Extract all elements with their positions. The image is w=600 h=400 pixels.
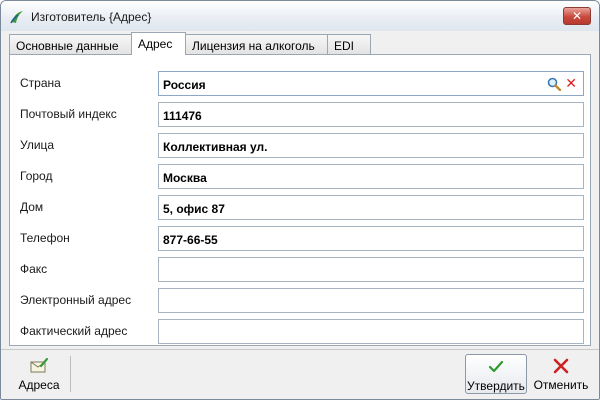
tab-main-data[interactable]: Основные данные [9,34,132,54]
actual-address-field[interactable] [158,319,584,344]
city-label: Город [20,169,53,183]
email-row: Электронный адрес [10,287,592,313]
magnifier-icon[interactable] [547,77,561,91]
cancel-label: Отменить [533,378,589,392]
title-bar[interactable]: Изготовитель {Адрес} ✕ [1,1,599,31]
city-field[interactable]: Москва [158,164,584,189]
tab-label: Лицензия на алкоголь [192,39,315,53]
postal-code-field[interactable]: 111476 [158,102,584,127]
confirm-button[interactable]: Утвердить [465,354,527,394]
house-label: Дом [20,200,44,214]
phone-row: Телефон 877-66-55 [10,225,592,251]
cancel-button[interactable]: Отменить [531,354,591,394]
addresses-button[interactable]: Адреса [11,354,67,394]
postal-code-label: Почтовый индекс [20,107,117,121]
email-field[interactable] [158,288,584,313]
green-check-icon [488,360,504,373]
clear-icon[interactable]: ✕ [565,75,577,91]
street-field[interactable]: Коллективная ул. [158,133,584,158]
toolbar-divider [70,356,71,392]
address-panel: Страна Россия ✕ Почтовый индекс 111476 У… [9,54,591,346]
window-title: Изготовитель {Адрес} [31,10,152,24]
tab-label: Адрес [138,37,173,51]
tab-edi[interactable]: EDI [327,34,371,54]
country-row: Страна Россия ✕ [10,70,592,96]
fax-label: Факс [20,262,48,276]
tab-label: Основные данные [16,39,119,53]
fax-field[interactable] [158,257,584,282]
tab-alcohol-license[interactable]: Лицензия на алкоголь [185,34,328,54]
tab-address[interactable]: Адрес [131,32,186,55]
dialog-window: Изготовитель {Адрес} ✕ Основные данные А… [0,0,600,400]
addresses-label: Адреса [18,378,60,392]
close-button[interactable]: ✕ [563,7,591,25]
house-field[interactable]: 5, офис 87 [158,195,584,220]
country-value: Россия [163,78,206,92]
red-x-icon [553,358,569,374]
fax-row: Факс [10,256,592,282]
confirm-label: Утвердить [467,379,525,393]
envelope-pencil-icon [30,357,49,373]
tab-label: EDI [334,39,355,53]
phone-field[interactable]: 877-66-55 [158,226,584,251]
close-icon: ✕ [571,9,583,23]
house-row: Дом 5, офис 87 [10,194,592,220]
app-logo-icon [10,11,23,24]
country-field[interactable]: Россия ✕ [158,71,584,96]
postal-code-row: Почтовый индекс 111476 [10,101,592,127]
country-label: Страна [20,76,61,90]
actual-address-label: Фактический адрес [20,324,128,338]
bottom-toolbar: Адреса Утвердить Отменить [1,349,599,399]
phone-label: Телефон [20,231,70,245]
actual-address-row: Фактический адрес [10,318,592,344]
email-label: Электронный адрес [20,293,132,307]
city-row: Город Москва [10,163,592,189]
street-row: Улица Коллективная ул. [10,132,592,158]
street-label: Улица [20,138,55,152]
